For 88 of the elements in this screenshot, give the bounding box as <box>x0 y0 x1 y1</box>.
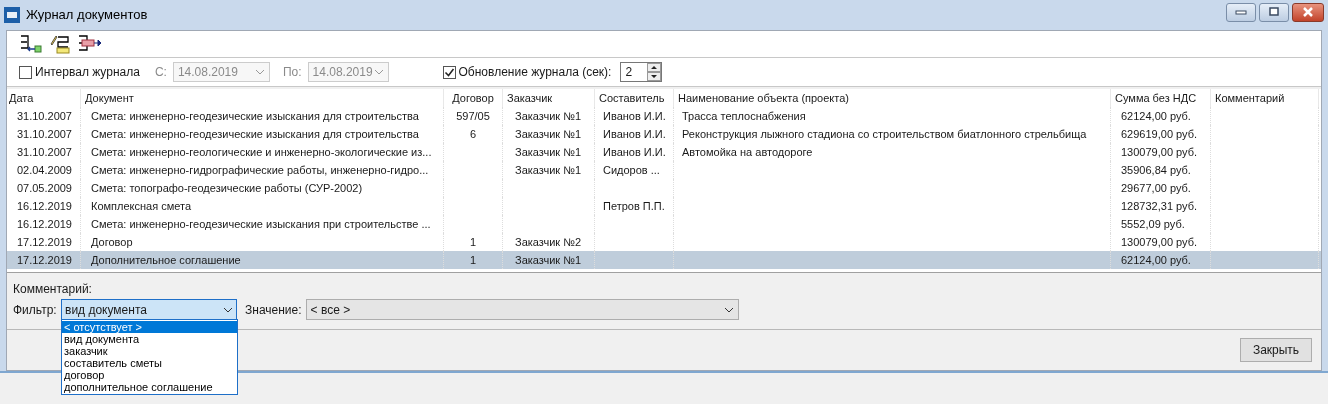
chevron-icon <box>723 306 734 313</box>
close-button[interactable] <box>1292 2 1324 22</box>
minimize-button[interactable] <box>1226 2 1256 22</box>
from-label: С: <box>154 64 167 81</box>
window-title: Журнал документов <box>26 6 148 25</box>
table-cell: 62124,00 руб. <box>1121 110 1191 122</box>
filter-dropdown[interactable]: вид документа <box>61 299 237 320</box>
table-cell: Заказчик №1 <box>515 128 582 140</box>
app-icon <box>4 7 20 23</box>
table-cell: 1 <box>469 236 477 248</box>
table-cell: 128732,31 руб. <box>1121 200 1198 212</box>
to-label: По: <box>282 64 302 81</box>
column-header[interactable]: Документ <box>85 92 134 104</box>
filter-label: Фильтр: <box>13 301 58 319</box>
close-icon <box>1302 7 1314 17</box>
table-cell: 29677,00 руб. <box>1121 182 1191 194</box>
table-cell: Договор <box>91 236 133 248</box>
table-cell: 35906,84 руб. <box>1121 164 1191 176</box>
value-dropdown[interactable]: < все > <box>305 299 739 320</box>
table-cell: Смета: топографо-геодезические работы (СУР-2002) <box>91 182 363 194</box>
column-header[interactable]: Наименование объекта (проекта) <box>678 92 849 104</box>
table-cell: Петров П.П. <box>603 200 665 212</box>
table-cell: Иванов И.И. <box>603 146 666 158</box>
table-cell: 130079,00 руб. <box>1121 146 1198 158</box>
refresh-label: Обновление журнала (сек): <box>458 64 612 81</box>
interval-label: Интервал журнала <box>35 64 140 81</box>
dropdown-option[interactable]: вид документа <box>62 333 237 345</box>
table-cell: Иванов И.И. <box>603 128 666 140</box>
table-cell: Заказчик №1 <box>515 164 582 176</box>
dropdown-option[interactable]: заказчик <box>62 345 237 357</box>
spin-arrows-icon <box>647 63 662 81</box>
table-cell: 17.12.2019 <box>16 236 72 248</box>
column-header[interactable]: Договор <box>452 92 494 104</box>
table-cell: Смета: инженерно-геодезические изыскания для строительства <box>91 110 419 122</box>
table-cell: Заказчик №1 <box>515 110 582 122</box>
table-cell: Заказчик №2 <box>515 236 582 248</box>
table-cell: 31.10.2007 <box>16 146 72 158</box>
table-cell: Смета: инженерно-геодезические изыскания для строительства <box>91 128 419 140</box>
maximize-icon <box>1268 7 1280 17</box>
dropdown-option[interactable]: договор <box>62 369 237 381</box>
export-table-icon[interactable] <box>77 34 103 54</box>
minimize-icon <box>1235 9 1247 15</box>
comment-label: Комментарий: <box>13 281 93 298</box>
chevron-icon <box>223 306 233 313</box>
table-cell: 17.12.2019 <box>16 254 72 266</box>
table-cell: 16.12.2019 <box>16 200 72 212</box>
table-cell: 62124,00 руб. <box>1121 254 1191 266</box>
dropdown-option[interactable]: дополнительное соглашение <box>62 381 237 393</box>
table-cell: Реконструкция лыжного стадиона со строительством биатлонного стрельбища <box>682 128 1087 140</box>
edit-table-icon[interactable] <box>49 34 71 54</box>
column-header[interactable]: Комментарий <box>1215 92 1285 104</box>
chevron-icon <box>254 69 265 75</box>
refresh-checkbox[interactable] <box>442 65 456 79</box>
table-cell: 16.12.2019 <box>16 218 72 230</box>
column-header[interactable]: Составитель <box>599 92 665 104</box>
table-cell: 02.04.2009 <box>16 164 72 176</box>
dropdown-option[interactable]: < отсутствует > <box>62 321 237 333</box>
column-header[interactable]: Сумма без НДС <box>1115 92 1197 104</box>
table-cell: 130079,00 руб. <box>1121 236 1198 248</box>
table-cell: 31.10.2007 <box>16 128 72 140</box>
dropdown-option[interactable]: составитель сметы <box>62 357 237 369</box>
table-row[interactable]: 17.12.2019 Дополнительное соглашение 1 Заказчик №1 62124,00 руб. <box>7 251 1321 269</box>
table-cell: 597/05 <box>456 110 490 122</box>
table-cell: Смета: инженерно-геодезические изыскания при строительстве ... <box>91 218 431 230</box>
table-cell: 31.10.2007 <box>16 110 72 122</box>
close-dialog-button[interactable]: Закрыть <box>1240 338 1312 362</box>
table-cell: 07.05.2009 <box>16 182 72 194</box>
table-cell: Дополнительное соглашение <box>91 254 241 266</box>
table-cell: Автомойка на автодороге <box>682 146 813 158</box>
value-label: Значение: <box>245 301 302 319</box>
table-cell: Заказчик №1 <box>515 146 582 158</box>
column-header[interactable]: Дата <box>9 92 34 104</box>
table-cell: 629619,00 руб. <box>1121 128 1198 140</box>
table-cell: 1 <box>469 254 477 266</box>
column-header[interactable]: Заказчик <box>507 92 553 104</box>
table-cell: Комплексная смета <box>91 200 192 212</box>
table-cell: Сидоров ... <box>603 164 660 176</box>
table-cell: Иванов И.И. <box>603 110 666 122</box>
table-cell: Трасса теплоснабжения <box>682 110 806 122</box>
table-cell: Смета: инженерно-геологические и инженерно-экологические из... <box>91 146 432 158</box>
refresh-spinner[interactable]: 2 <box>620 62 663 82</box>
table-cell: 6 <box>469 128 477 140</box>
chevron-icon <box>373 69 384 75</box>
table-cell: Заказчик №1 <box>515 254 582 266</box>
table-cell: Смета: инженерно-гидрографические работы, инженерно-гидро... <box>91 164 429 176</box>
insert-row-icon[interactable] <box>19 34 43 54</box>
table-cell: 5552,09 руб. <box>1121 218 1185 230</box>
maximize-button[interactable] <box>1259 2 1289 22</box>
